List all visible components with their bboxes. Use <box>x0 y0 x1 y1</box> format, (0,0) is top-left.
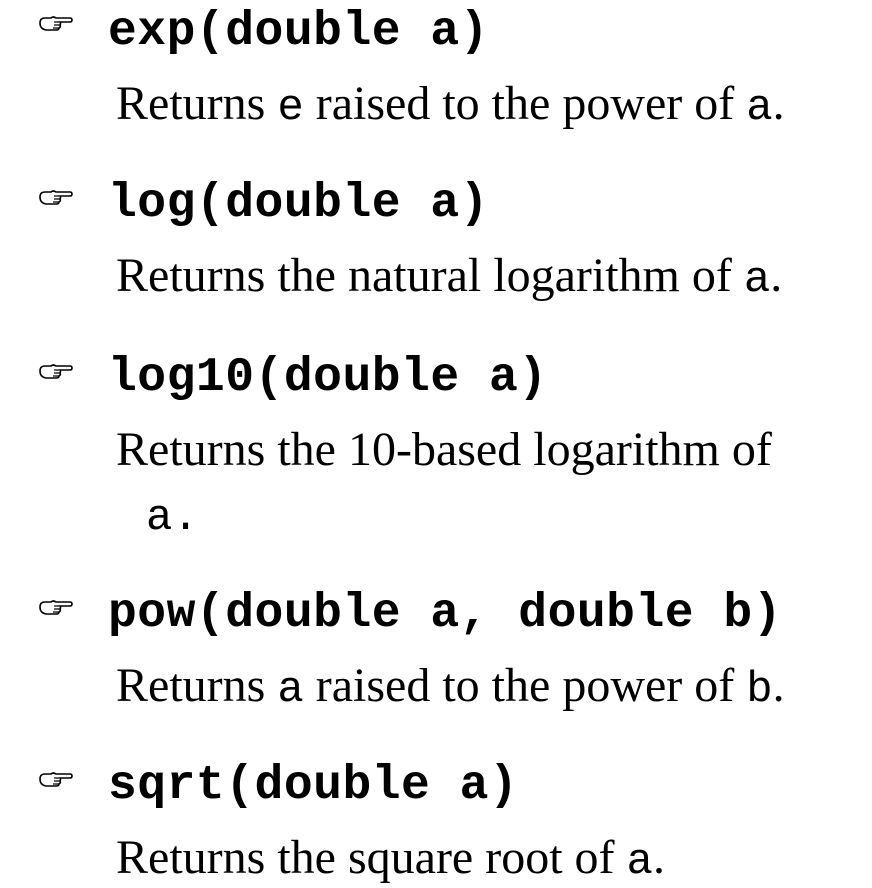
pointing-hand-icon <box>38 598 76 618</box>
method-description-continued: a. <box>146 493 199 543</box>
pointing-hand-icon <box>38 770 76 790</box>
code-a: a <box>626 837 653 887</box>
method-signature: exp(double a) <box>108 5 489 59</box>
method-description: Returns the natural logarithm of a. <box>116 249 783 305</box>
code-a: a <box>743 255 771 305</box>
method-signature: log(double a) <box>108 177 489 231</box>
code-a: a <box>746 83 773 133</box>
method-signature: log10(double a) <box>108 351 548 405</box>
code-a: a <box>277 665 304 715</box>
code-b: b <box>746 665 773 715</box>
method-description: Returns e raised to the power of a. <box>116 77 785 133</box>
code-e: e <box>277 83 304 133</box>
method-description: Returns the 10-based logarithm of <box>116 423 772 476</box>
pointing-hand-icon <box>38 188 76 208</box>
pointing-hand-icon <box>38 362 76 382</box>
pointing-hand-icon <box>38 14 76 34</box>
method-description: Returns the square root of a. <box>116 831 665 887</box>
code-a: a <box>146 493 173 543</box>
method-signature: sqrt(double a) <box>108 759 519 813</box>
method-description: Returns a raised to the power of b. <box>116 659 785 715</box>
method-signature: pow(double a, double b) <box>108 587 783 641</box>
